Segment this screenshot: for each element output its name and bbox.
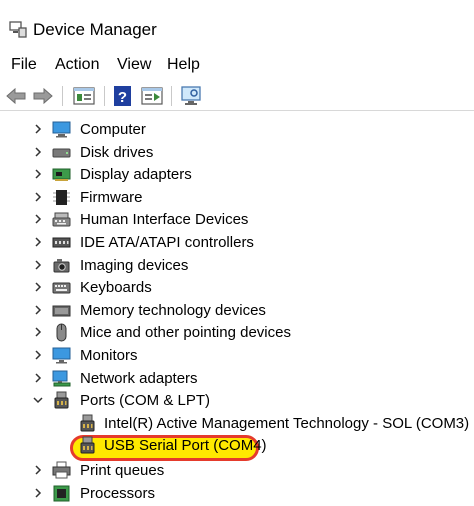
chevron-right-icon[interactable] [32, 168, 44, 180]
tree-item-usb-serial-port[interactable]: USB Serial Port (COM4) [0, 434, 474, 457]
menu-bar: File Action View Help [0, 50, 474, 80]
tree-item-label: Mice and other pointing devices [80, 324, 291, 342]
chevron-right-icon[interactable] [32, 349, 44, 361]
tree-item-label: IDE ATA/ATAPI controllers [80, 234, 254, 251]
help-icon[interactable]: ? [111, 85, 135, 107]
camera-icon [53, 258, 70, 273]
tree-item-disk-drives[interactable]: Disk drives [0, 141, 474, 164]
chevron-right-icon[interactable] [32, 487, 44, 499]
tree-item-label: Keyboards [80, 279, 152, 297]
tree-item-label: Print queues [80, 462, 165, 479]
toolbar-separator [62, 86, 63, 106]
tree-item-imaging-devices[interactable]: Imaging devices [0, 254, 474, 277]
tree-item-display-adapters[interactable]: Display adapters [0, 163, 474, 186]
tree-item-label: Monitors [80, 347, 138, 364]
title-bar: Device Manager [0, 0, 474, 46]
tree-item-label: Processors [80, 484, 156, 502]
tree-item-human-interface-devices[interactable]: Human Interface Devices [0, 208, 474, 231]
chevron-right-icon[interactable] [32, 464, 44, 476]
tree-item-label: Human Interface Devices [80, 211, 249, 229]
keyboard-icon [52, 282, 71, 294]
tree-item-label: Computer [80, 121, 146, 138]
tree-item-print-queues[interactable]: Print queues [0, 459, 474, 482]
chevron-right-icon[interactable] [32, 213, 44, 225]
tree-item-label: Network adapters [80, 369, 198, 387]
toolbar: ? [0, 82, 474, 110]
tree-item-processors[interactable]: Processors [0, 482, 474, 505]
port-icon [54, 391, 69, 409]
tree-divider [0, 110, 474, 111]
tree-item-firmware[interactable]: Firmware [0, 186, 474, 209]
processor-icon [53, 485, 70, 502]
chevron-right-icon[interactable] [32, 236, 44, 248]
svg-text:?: ? [118, 89, 127, 106]
chevron-right-icon[interactable] [32, 191, 44, 203]
chevron-right-icon[interactable] [32, 326, 44, 338]
hid-icon [52, 212, 71, 227]
port-icon [80, 436, 95, 454]
update-driver-icon[interactable] [140, 85, 164, 107]
chevron-right-icon[interactable] [32, 281, 44, 293]
mouse-icon [56, 323, 67, 342]
menu-view[interactable]: View [117, 55, 151, 75]
window-title: Device Manager [33, 20, 157, 39]
chevron-right-icon[interactable] [32, 259, 44, 271]
forward-icon[interactable] [31, 85, 55, 107]
chevron-right-icon[interactable] [32, 304, 44, 316]
tree-item-intel-amt-sol-port[interactable]: Intel(R) Active Management Technology - … [0, 412, 474, 435]
chevron-right-icon[interactable] [32, 123, 44, 135]
back-icon[interactable] [4, 85, 28, 107]
menu-help[interactable]: Help [167, 55, 200, 75]
toolbar-separator [104, 86, 105, 106]
toolbar-separator [171, 86, 172, 106]
tree-item-network-adapters[interactable]: Network adapters [0, 367, 474, 390]
tree-item-monitors[interactable]: Monitors [0, 344, 474, 367]
ide-controller-icon [52, 237, 71, 248]
scan-hardware-icon[interactable] [179, 85, 203, 107]
tree-item-keyboards[interactable]: Keyboards [0, 276, 474, 299]
tree-item-label: Intel(R) Active Management Technology - … [104, 414, 470, 432]
chevron-right-icon[interactable] [32, 372, 44, 384]
computer-icon [52, 121, 71, 138]
menu-action[interactable]: Action [55, 55, 99, 75]
menu-file[interactable]: File [11, 55, 37, 75]
tree-item-label: Firmware [80, 188, 143, 206]
tree-item-mice[interactable]: Mice and other pointing devices [0, 321, 474, 344]
tree-item-label: USB Serial Port (COM4) [104, 437, 267, 455]
network-adapter-icon [52, 370, 71, 387]
port-icon [80, 414, 95, 432]
tree-item-label: Memory technology devices [80, 301, 266, 319]
printer-icon [52, 461, 71, 479]
tree-item-memory-technology-devices[interactable]: Memory technology devices [0, 299, 474, 322]
tree-item-ports[interactable]: Ports (COM & LPT) [0, 389, 474, 412]
tree-item-label: Disk drives [80, 143, 154, 161]
tree-item-label: Display adapters [80, 166, 192, 184]
chevron-right-icon[interactable] [32, 146, 44, 158]
display-adapter-icon [52, 168, 71, 182]
firmware-icon [53, 189, 70, 205]
device-manager-icon [9, 21, 27, 38]
chevron-down-icon[interactable] [32, 394, 44, 406]
tree-item-label: Imaging devices [80, 256, 189, 274]
tree-item-ide-controllers[interactable]: IDE ATA/ATAPI controllers [0, 231, 474, 254]
monitor-icon [52, 347, 71, 364]
disk-drive-icon [52, 148, 71, 158]
memory-icon [52, 305, 71, 317]
tree-item-label: Ports (COM & LPT) [80, 392, 211, 410]
properties-icon[interactable] [72, 85, 96, 107]
tree-item-computer[interactable]: Computer [0, 118, 474, 141]
